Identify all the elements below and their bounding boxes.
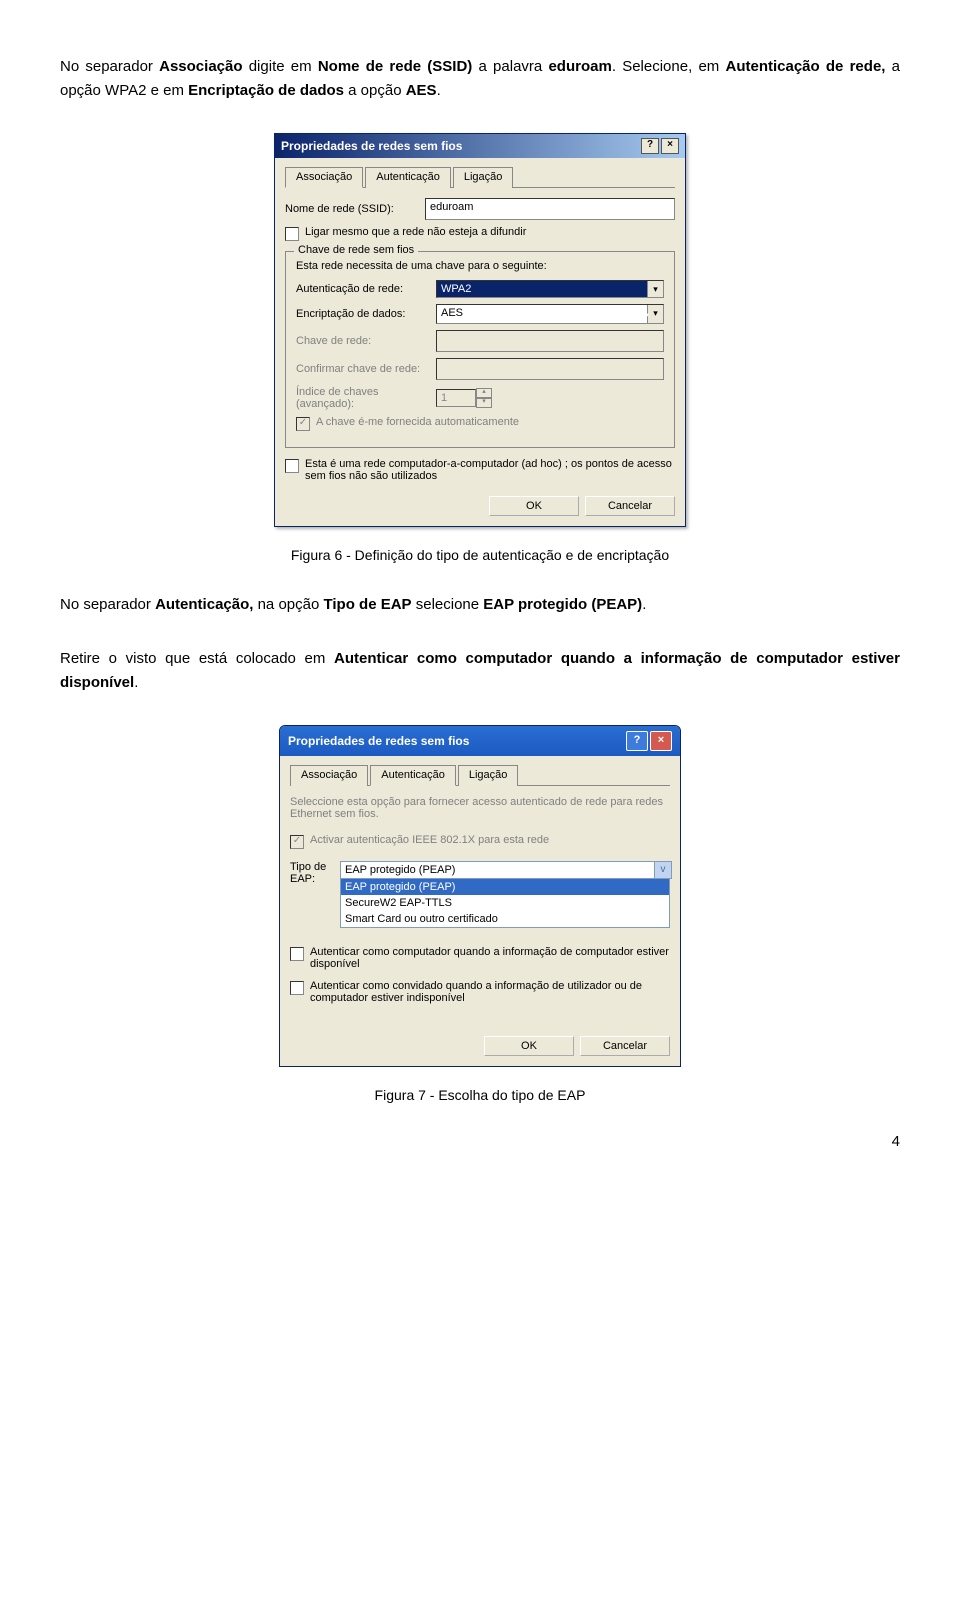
auth-combo[interactable]: WPA2 ▾ [436, 280, 664, 298]
tab-autenticacao[interactable]: Autenticação [370, 765, 456, 786]
dialog-title: Propriedades de redes sem fios [281, 139, 462, 153]
tab-strip: Associação Autenticação Ligação [285, 166, 675, 188]
key-index-value: 1 [436, 389, 476, 407]
auth-label: Autenticação de rede: [296, 283, 436, 295]
mid-paragraph-2: Retire o visto que está colocado em Aute… [60, 647, 900, 695]
encryption-label: Encriptação de dados: [296, 308, 436, 320]
titlebar: Propriedades de redes sem fios ? × [280, 726, 680, 756]
encryption-combo[interactable]: AES ➤ ▾ [436, 304, 664, 324]
fieldset-legend: Chave de rede sem fios [294, 244, 418, 256]
figure-7-caption: Figura 7 - Escolha do tipo de EAP [60, 1087, 900, 1103]
eap-option-smartcard[interactable]: Smart Card ou outro certificado [341, 911, 669, 927]
auth-as-computer-label: Autenticar como computador quando a info… [310, 946, 670, 970]
ssid-input[interactable]: eduroam [425, 198, 675, 220]
network-key-input [436, 330, 664, 352]
eap-option-peap[interactable]: EAP protegido (PEAP) [341, 879, 669, 895]
ssid-label: Nome de rede (SSID): [285, 203, 425, 215]
ok-button[interactable]: OK [484, 1036, 574, 1056]
eap-type-listbox: EAP protegido (PEAP) SecureW2 EAP-TTLS S… [340, 879, 670, 928]
ok-button[interactable]: OK [489, 496, 579, 516]
page-number: 4 [60, 1133, 900, 1150]
auth-as-guest-label: Autenticar como convidado quando a infor… [310, 980, 670, 1004]
auth-combo-value: WPA2 [437, 281, 647, 297]
cancel-button[interactable]: Cancelar [585, 496, 675, 516]
tab-autenticacao[interactable]: Autenticação [365, 167, 451, 188]
fieldset-description: Esta rede necessita de uma chave para o … [296, 260, 664, 272]
close-button[interactable]: × [650, 731, 672, 751]
chevron-down-icon[interactable]: v [654, 862, 671, 878]
tab-associacao[interactable]: Associação [290, 765, 368, 786]
auto-key-checkbox: ✓ [296, 417, 310, 431]
network-key-label: Chave de rede: [296, 335, 436, 347]
wireless-properties-dialog-2: Propriedades de redes sem fios ? × Assoc… [279, 725, 681, 1067]
connect-even-not-broadcasting-checkbox[interactable] [285, 227, 299, 241]
auth-tab-description: Seleccione esta opção para fornecer aces… [290, 796, 670, 820]
spinner-up-icon: ▴ [476, 388, 492, 398]
chevron-down-icon[interactable]: ▾ [647, 281, 663, 297]
auth-as-computer-checkbox[interactable] [290, 947, 304, 961]
confirm-key-input [436, 358, 664, 380]
wireless-key-fieldset: Chave de rede sem fios Esta rede necessi… [285, 251, 675, 448]
figure-6-caption: Figura 6 - Definição do tipo de autentic… [60, 547, 900, 563]
tab-associacao[interactable]: Associação [285, 167, 363, 188]
ieee8021x-checkbox: ✓ [290, 835, 304, 849]
key-index-label: Índice de chaves (avançado): [296, 386, 436, 410]
intro-paragraph-1: No separador Associação digite em Nome d… [60, 55, 900, 103]
titlebar: Propriedades de redes sem fios ? × [275, 134, 685, 158]
spinner-down-icon: ▾ [476, 398, 492, 408]
wireless-properties-dialog-1: Propriedades de redes sem fios ? × Assoc… [274, 133, 686, 527]
eap-type-value: EAP protegido (PEAP) [341, 862, 654, 878]
cancel-button[interactable]: Cancelar [580, 1036, 670, 1056]
tab-ligacao[interactable]: Ligação [453, 167, 514, 188]
adhoc-checkbox[interactable] [285, 459, 299, 473]
confirm-key-label: Confirmar chave de rede: [296, 363, 436, 375]
eap-type-combo[interactable]: EAP protegido (PEAP) v [340, 861, 672, 879]
eap-type-label: Tipo de EAP: [290, 861, 340, 885]
tab-ligacao[interactable]: Ligação [458, 765, 519, 786]
connect-even-not-broadcasting-label: Ligar mesmo que a rede não esteja a difu… [305, 226, 526, 238]
eap-option-securew2[interactable]: SecureW2 EAP-TTLS [341, 895, 669, 911]
ieee8021x-label: Activar autenticação IEEE 802.1X para es… [310, 834, 549, 846]
auth-as-guest-checkbox[interactable] [290, 981, 304, 995]
help-button[interactable]: ? [641, 138, 659, 154]
auto-key-label: A chave é-me fornecida automaticamente [316, 416, 519, 428]
mid-paragraph-1: No separador Autenticação, na opção Tipo… [60, 593, 900, 617]
tab-strip: Associação Autenticação Ligação [290, 764, 670, 786]
key-index-spinner: 1 ▴ ▾ [436, 388, 492, 408]
help-button[interactable]: ? [626, 731, 648, 751]
close-button[interactable]: × [661, 138, 679, 154]
adhoc-label: Esta é uma rede computador-a-computador … [305, 458, 675, 482]
dialog-title: Propriedades de redes sem fios [288, 734, 469, 748]
encryption-combo-value: AES [437, 305, 634, 323]
